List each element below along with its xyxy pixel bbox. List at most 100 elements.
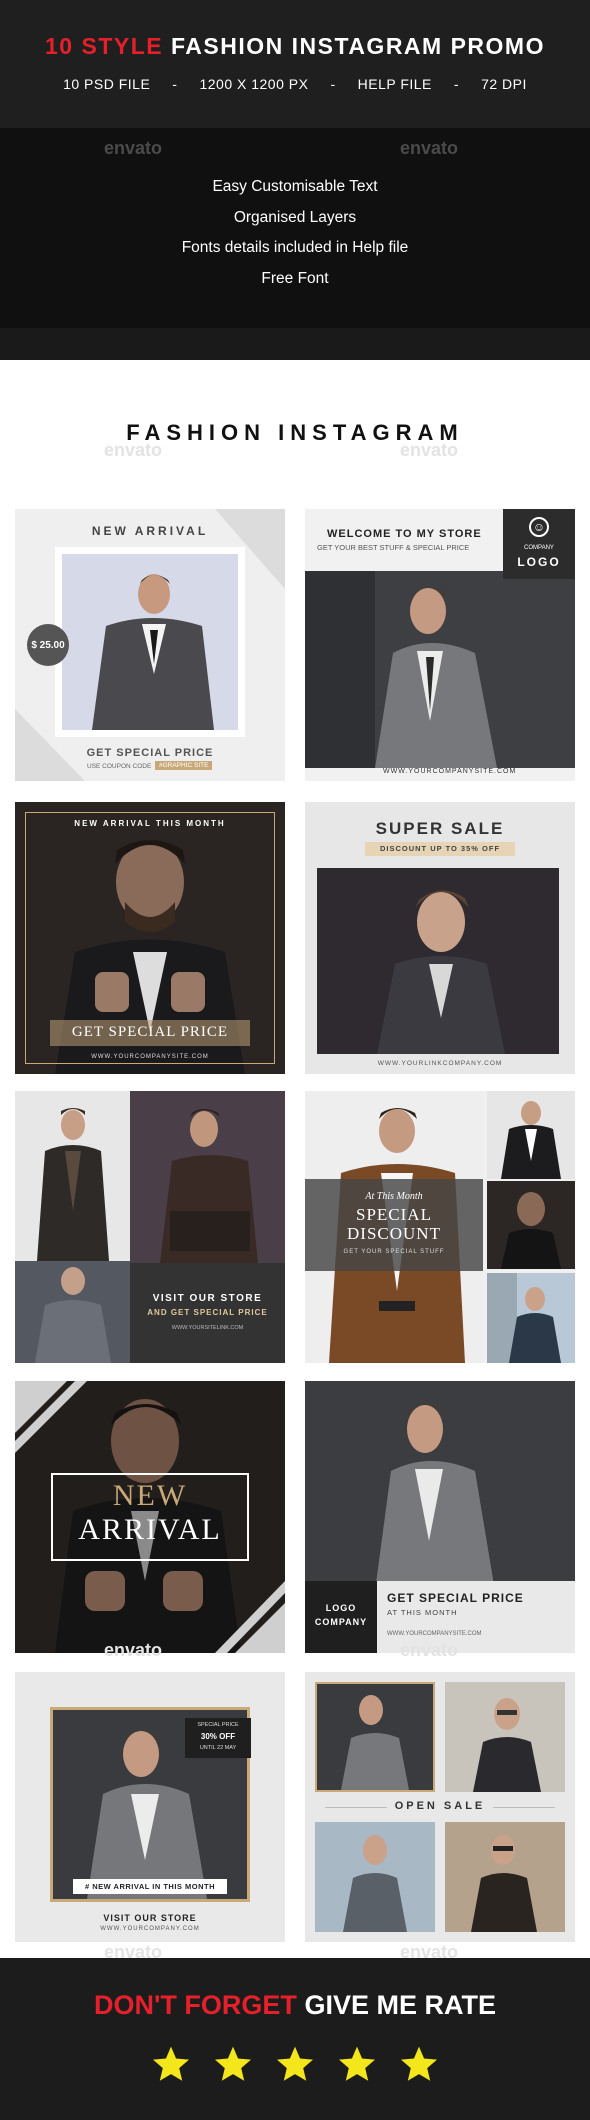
footer-rest: GIVE ME RATE	[304, 1990, 496, 2020]
envato-watermark: envato	[104, 138, 163, 158]
promo-card-6: At This Month SPECIAL DISCOUNT GET YOUR …	[305, 1091, 575, 1363]
logo-top: COMPANY	[524, 545, 554, 551]
cta-text: GET SPECIAL PRICE	[387, 1591, 524, 1605]
model-photo	[445, 1822, 565, 1932]
url-text: WWW.YOURCOMPANYSITE.COM	[91, 1054, 209, 1060]
promo-card-4: SUPER SALE DISCOUNT UP TO 35% OFF WWW.YO…	[305, 802, 575, 1074]
special-text: AND GET SPECIAL PRICE	[147, 1308, 268, 1317]
model-photo	[487, 1181, 575, 1269]
page-title: 10 STYLE FASHION INSTAGRAM PROMO	[0, 33, 590, 60]
card-title: NEW ARRIVAL THIS MONTH	[74, 819, 226, 828]
footer-title: DON'T FORGET GIVE ME RATE	[0, 1990, 590, 2021]
visit-text: VISIT OUR STORE	[152, 1293, 263, 1304]
star-icon	[276, 2046, 314, 2081]
spec-sep: -	[330, 76, 336, 92]
photo-frame	[55, 547, 245, 737]
star-icon	[400, 2046, 438, 2081]
card-subtitle: DISCOUNT UP TO 35% OFF	[365, 842, 515, 856]
model-photo	[445, 1682, 565, 1792]
spec-sep: -	[453, 76, 460, 92]
logo-text: LOGO	[325, 1603, 357, 1613]
visit-text: VISIT OUR STORE	[103, 1913, 197, 1923]
logo-box: ☺ COMPANY LOGO	[503, 509, 575, 579]
spec-psd: 10 PSD FILE	[63, 76, 151, 92]
model-photo	[315, 1682, 435, 1792]
url-text: WWW.YOURCOMPANY.COM	[100, 1926, 200, 1932]
feature-item: Organised Layers	[233, 208, 357, 226]
promo-page: 10 STYLE FASHION INSTAGRAM PROMO 10 PSD …	[0, 0, 590, 2120]
month-text: At This Month	[365, 1191, 423, 1202]
cta-text: GET SPECIAL PRICE	[86, 747, 214, 759]
badge-value: 30% OFF	[200, 1732, 236, 1741]
envato-watermark: envato	[400, 138, 459, 158]
envato-watermark: envato	[104, 440, 163, 460]
logo-company: COMPANY	[314, 1617, 368, 1627]
rating-stars	[0, 2044, 590, 2091]
spec-size: 1200 X 1200 PX	[199, 76, 309, 92]
url-text: WWW.YOURCOMPANYSITE.COM	[383, 768, 517, 775]
card-title: OPEN SALE	[387, 1800, 493, 1812]
price-badge: SPECIAL PRICE 30% OFF UNTIL 22 MAY	[185, 1718, 251, 1758]
promo-card-8: LOGO COMPANY GET SPECIAL PRICE AT THIS M…	[305, 1381, 575, 1653]
spec-line: 10 PSD FILE - 1200 X 1200 PX - HELP FILE - 72 …	[0, 76, 590, 92]
text-block: VISIT OUR STORE AND GET SPECIAL PRICE WW…	[130, 1263, 285, 1363]
coupon-label: USE COUPON CODE	[87, 763, 152, 770]
features-list: Easy Customisable Text Organised Layers …	[0, 172, 590, 294]
model-photo	[305, 1381, 575, 1591]
arrival-tag: # NEW ARRIVAL IN THIS MONTH	[73, 1879, 227, 1894]
spec-dpi: 72 DPI	[481, 76, 527, 92]
badge-label: SPECIAL PRICE	[197, 1722, 239, 1728]
model-photo	[487, 1091, 575, 1179]
feature-item: Easy Customisable Text	[212, 178, 378, 195]
model-photo	[315, 1822, 435, 1932]
star-icon	[152, 2046, 190, 2081]
url-text: WWW.YOURLINKCOMPANY.COM	[377, 1060, 503, 1067]
logo-text: LOGO	[517, 555, 561, 569]
promo-card-1: NEW ARRIVAL $ 25.00 GET SPECIAL PRICE US…	[15, 509, 285, 781]
card-title: SUPER SALE	[375, 819, 505, 838]
card-subtitle: GET YOUR BEST STUFF & SPECIAL PRICE	[317, 543, 470, 552]
url-text: WWW.YOURCOMPANYSITE.COM	[387, 1631, 482, 1637]
card-title: NEW ARRIVAL	[91, 524, 209, 538]
cta-sub: AT THIS MONTH	[387, 1608, 458, 1617]
footer-accent: DON'T FORGET	[94, 1990, 297, 2020]
promo-card-2: WELCOME TO MY STORE GET YOUR BEST STUFF …	[305, 509, 575, 781]
model-photo	[130, 1091, 285, 1263]
model-photo	[305, 571, 575, 768]
header-bottom-band	[0, 328, 590, 360]
envato-watermark: envato	[400, 1640, 459, 1660]
badge-date: UNTIL 22 MAY	[199, 1745, 237, 1751]
discount-text: DISCOUNT	[347, 1224, 441, 1243]
cta-text: GET SPECIAL PRICE	[71, 1024, 229, 1040]
card-title: WELCOME TO MY STORE	[327, 528, 482, 540]
promo-card-9: SPECIAL PRICE 30% OFF UNTIL 22 MAY # NEW…	[15, 1672, 285, 1942]
promo-card-3: NEW ARRIVAL THIS MONTH GET SPECIAL PRICE…	[15, 802, 285, 1074]
star-icon	[214, 2046, 252, 2081]
stuff-text: GET YOUR SPECIAL STUFF	[343, 1249, 445, 1255]
discount-panel: At This Month SPECIAL DISCOUNT GET YOUR …	[305, 1179, 483, 1271]
model-photo	[15, 1091, 130, 1261]
envato-watermark: envato	[104, 1640, 163, 1660]
model-photo	[487, 1273, 575, 1363]
url-text: WWW.YOURSITELINK.COM	[171, 1325, 244, 1331]
special-text: SPECIAL	[356, 1205, 432, 1224]
footer-banner	[0, 1958, 590, 2120]
new-text: NEW	[112, 1479, 188, 1512]
header-banner	[0, 0, 590, 128]
section-title: FASHION INSTAGRAM	[126, 420, 464, 445]
model-photo	[317, 868, 559, 1054]
feature-item: Fonts details included in Help file	[181, 239, 409, 256]
promo-card-7: NEW ARRIVAL	[15, 1381, 285, 1653]
smile-icon: ☺	[529, 517, 549, 537]
spec-sep: -	[172, 76, 178, 92]
model-photo	[15, 1261, 130, 1363]
title-rest: FASHION INSTAGRAM PROMO	[171, 33, 545, 59]
title-accent: 10 STYLE	[45, 33, 164, 59]
feature-item: Free Font	[261, 269, 329, 287]
promo-card-5: VISIT OUR STORE AND GET SPECIAL PRICE WW…	[15, 1091, 285, 1363]
arrival-text: ARRIVAL	[78, 1513, 222, 1546]
envato-watermark: envato	[400, 440, 459, 460]
spec-help: HELP FILE	[357, 76, 432, 92]
model-photo	[62, 554, 238, 730]
price-badge: $ 25.00	[27, 624, 69, 666]
